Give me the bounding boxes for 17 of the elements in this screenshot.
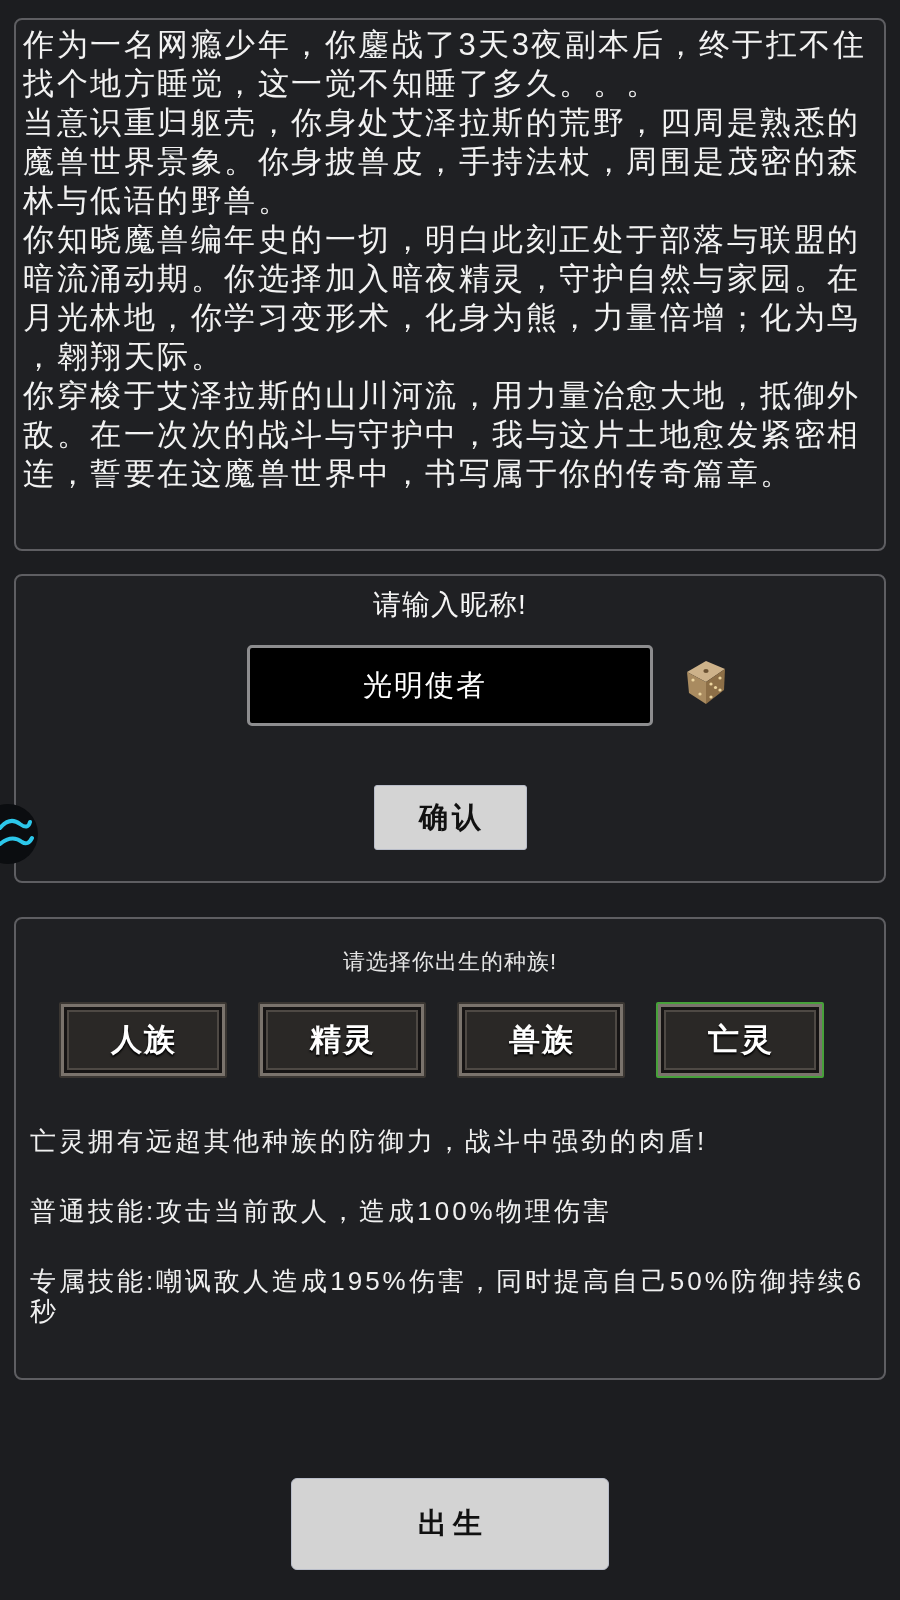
story-paragraph: 作为一名网瘾少年，你鏖战了3天3夜副本后，终于扛不住找个地方睡觉，这一觉不知睡了多久。。。 [23,26,868,103]
story-paragraph: 当意识重归躯壳，你身处艾泽拉斯的荒野，四周是熟悉的魔兽世界景象。你身披兽皮，手持法杖，周围是茂密的森林与低语的野兽。 [23,104,862,220]
skill-description: 普通技能:攻击当前敌人，造成100%物理伤害 [30,1196,613,1226]
confirm-button[interactable]: 确认 [373,785,527,850]
race-prompt: 请选择你出生的种族! [341,948,559,976]
race-option-button[interactable]: 精灵 [258,1002,426,1078]
skill-description: 专属技能:嘲讽敌人造成195%伤害，同时提高自己50%防御持续6秒 [30,1266,866,1326]
race-option-button[interactable]: 亡灵 [656,1002,824,1078]
story-paragraph: 你穿梭于艾泽拉斯的山川河流，用力量治愈大地，抵御外敌。在一次次的战斗与守护中，我与这片土地愈发紧密相连，誓要在这魔兽世界中，书写属于你的传奇篇章。 [23,377,862,493]
floating-badge-icon[interactable] [0,804,38,864]
birth-button[interactable]: 出生 [291,1478,609,1570]
nickname-field[interactable]: 光明使者 [247,645,653,726]
race-description: 亡灵拥有远超其他种族的防御力，战斗中强劲的肉盾! [30,1126,709,1156]
race-option-button[interactable]: 人族 [59,1002,227,1078]
story-paragraph: 你知晓魔兽编年史的一切，明白此刻正处于部落与联盟的暗流涌动期。你选择加入暗夜精灵，守护自然与家园。在月光林地，你学习变形术，化身为熊，力量倍增；化为鸟，翱翔天际。 [23,221,862,376]
nickname-prompt: 请输入昵称! [372,588,528,622]
race-option-button[interactable]: 兽族 [457,1002,625,1078]
